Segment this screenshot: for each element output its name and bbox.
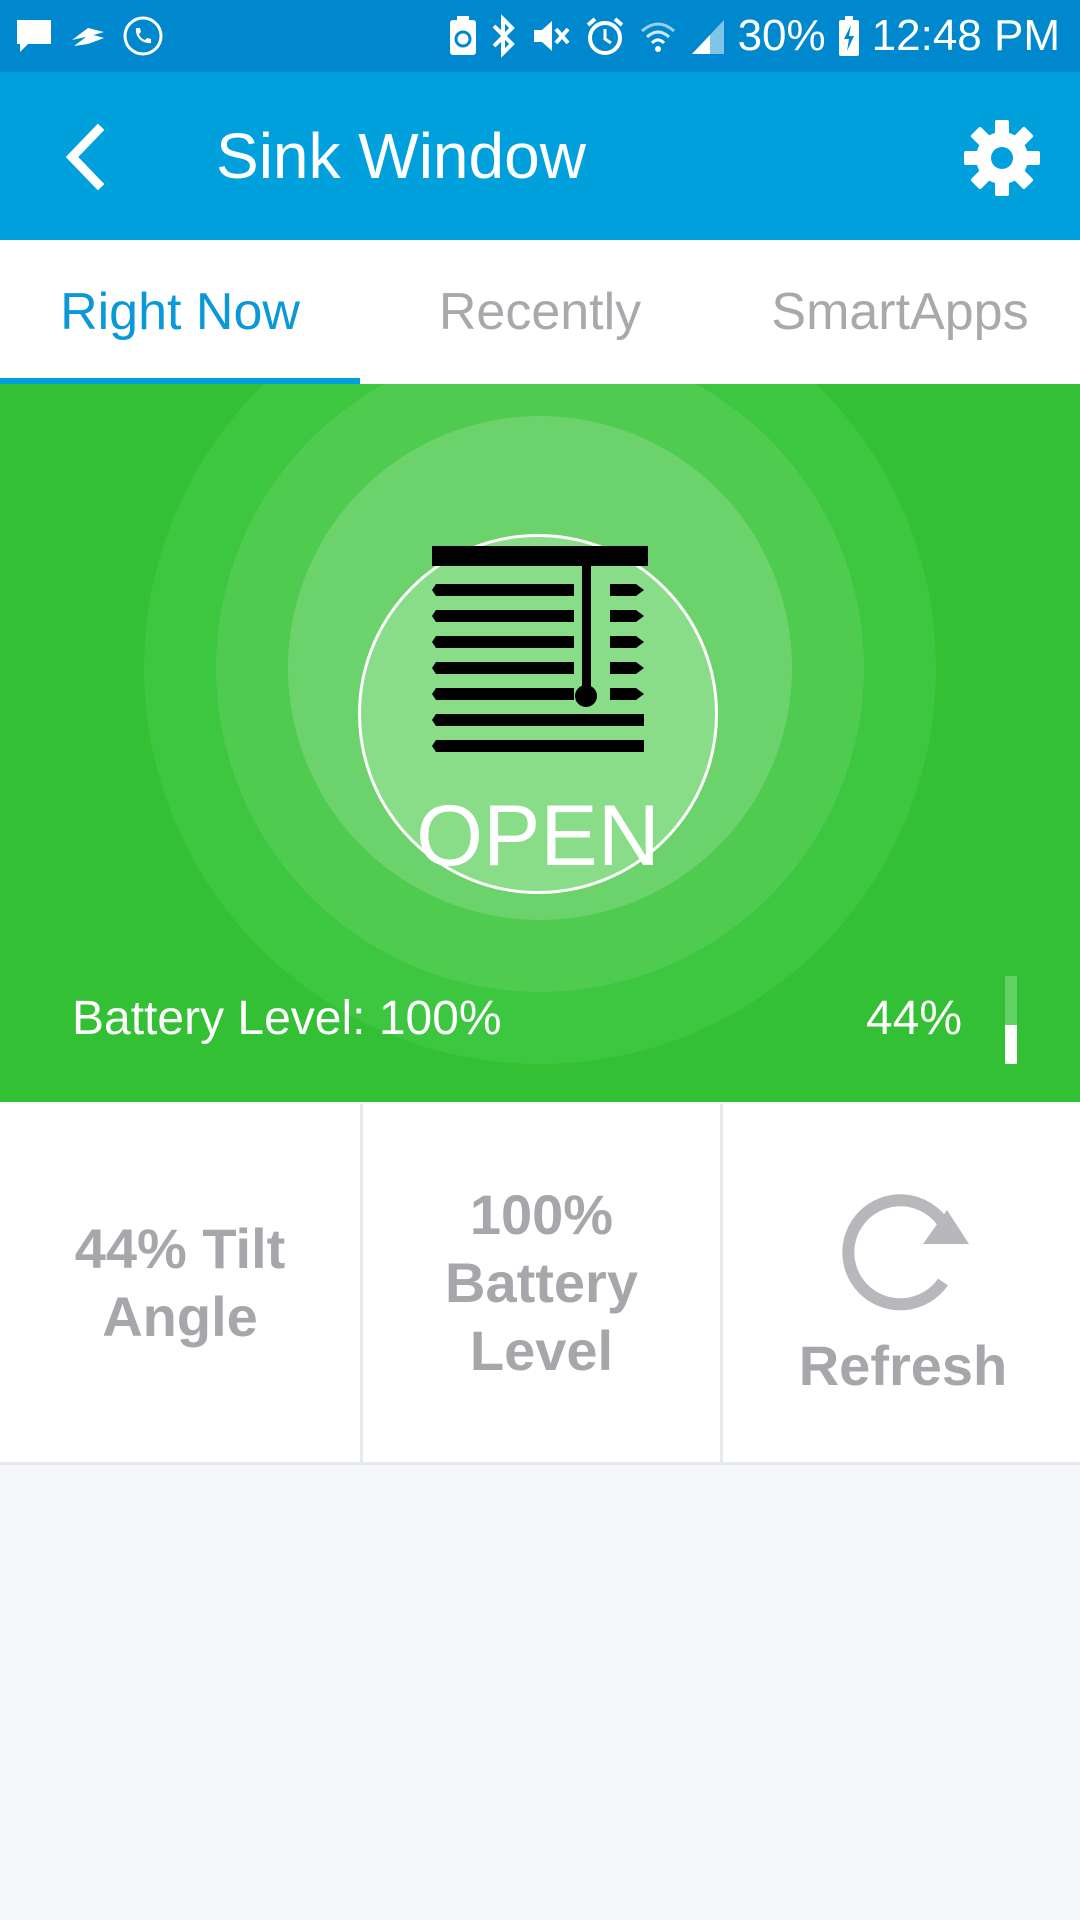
charging-battery-icon: [838, 16, 859, 56]
device-tiles: 44% Tilt Angle 100% Battery Level Refres…: [0, 1104, 1080, 1465]
status-left-icons: [14, 14, 164, 58]
clock: 12:48 PM: [871, 11, 1060, 60]
settings-button[interactable]: [962, 118, 1042, 198]
battery-level-text: Battery Level: 100%: [72, 992, 502, 1045]
bluetooth-icon: [492, 14, 515, 58]
refresh-label: Refresh: [798, 1334, 1008, 1397]
status-right-icons: 30% 12:48 PM: [448, 8, 1060, 64]
tilt-level-meter: [1005, 976, 1017, 1064]
tilt-angle-label: 44% Tilt Angle: [74, 1217, 286, 1348]
window-blinds-icon: [432, 546, 648, 752]
gear-icon: [964, 120, 1040, 196]
chevron-left-icon: [65, 123, 105, 191]
battery-saver-icon: [449, 16, 476, 55]
device-status-panel: OPEN Battery Level: 100% 44%: [0, 384, 1080, 1102]
alarm-icon: [586, 17, 623, 55]
battery-level-label: 100% Battery Level: [445, 1183, 638, 1382]
tab-recently[interactable]: Recently: [360, 240, 720, 384]
tab-recently-label: Recently: [438, 283, 642, 341]
mute-icon: [533, 21, 570, 51]
content-empty-area: [0, 1465, 1080, 1920]
tilt-angle-tile[interactable]: 44% Tilt Angle: [0, 1104, 360, 1462]
tab-right-now[interactable]: Right Now: [0, 240, 360, 384]
tilt-level-text: 44%: [866, 992, 963, 1045]
tilt-level-meter-fill: [1005, 1025, 1017, 1064]
battery-percent: 30%: [737, 11, 826, 60]
device-state-label: OPEN: [416, 788, 660, 884]
wifi-icon: [640, 22, 675, 52]
app-bar: Sink Window: [0, 72, 1080, 240]
tab-smartapps[interactable]: SmartApps: [720, 240, 1080, 384]
message-icon: [17, 20, 51, 52]
tab-right-now-label: Right Now: [60, 283, 300, 341]
signal-icon: [691, 20, 724, 54]
status-bar: 30% 12:48 PM: [0, 0, 1080, 72]
app-screen: 30% 12:48 PM Sink Window Right Now Recen…: [0, 0, 1080, 1920]
battery-level-tile[interactable]: 100% Battery Level: [360, 1104, 720, 1462]
back-button[interactable]: [50, 112, 120, 202]
refresh-icon: [842, 1194, 969, 1311]
carrier-icon: [72, 28, 104, 46]
tab-smartapps-label: SmartApps: [771, 283, 1029, 341]
page-title: Sink Window: [216, 120, 586, 192]
refresh-tile[interactable]: Refresh: [720, 1104, 1080, 1462]
tab-bar: Right Now Recently SmartApps: [0, 240, 1080, 384]
phone-call-icon: [123, 16, 163, 56]
